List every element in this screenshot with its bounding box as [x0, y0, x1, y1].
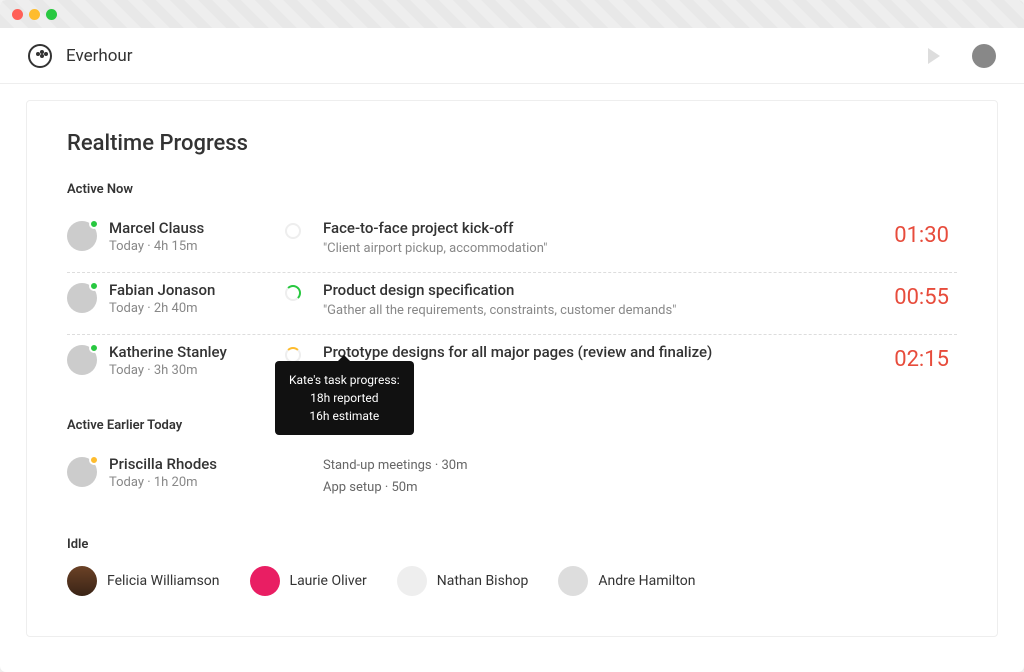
running-timer: 01:30 — [894, 219, 957, 248]
progress-tooltip: Kate's task progress: 18h reported 16h e… — [275, 361, 414, 435]
user-time-summary: Today · 1h 20m — [109, 475, 217, 490]
titlebar — [0, 0, 1024, 28]
idle-person[interactable]: Andre Hamilton — [558, 566, 695, 596]
progress-ring-icon — [285, 223, 301, 239]
user-avatar — [397, 566, 427, 596]
tooltip-line: 16h estimate — [289, 407, 400, 425]
active-row[interactable]: Marcel Clauss Today · 4h 15m Face-to-fac… — [67, 211, 957, 272]
content-area: Realtime Progress Active Now Marcel Clau… — [0, 84, 1024, 672]
task-title: Face-to-face project kick-off — [323, 219, 894, 237]
user-name: Andre Hamilton — [598, 573, 695, 589]
window-maximize-dot[interactable] — [46, 9, 57, 20]
earlier-task-line: App setup · 50m — [323, 477, 957, 499]
user-name: Laurie Oliver — [290, 573, 367, 589]
active-row[interactable]: Katherine Stanley Today · 3h 30m Prototy… — [67, 334, 957, 396]
user-name: Nathan Bishop — [437, 573, 529, 589]
tooltip-line: 18h reported — [289, 389, 400, 407]
running-timer: 00:55 — [894, 281, 957, 310]
earlier-row[interactable]: Priscilla Rhodes Today · 1h 20m Stand-up… — [67, 447, 957, 515]
user-name: Marcel Clauss — [109, 219, 204, 237]
user-avatar — [67, 345, 97, 375]
window-minimize-dot[interactable] — [29, 9, 40, 20]
idle-person[interactable]: Felicia Williamson — [67, 566, 220, 596]
user-avatar — [250, 566, 280, 596]
task-title: Prototype designs for all major pages (r… — [323, 343, 894, 361]
task-note: "Gather all the requirements, constraint… — [323, 303, 894, 318]
status-indicator-active — [89, 281, 99, 291]
user-time-summary: Today · 3h 30m — [109, 363, 227, 378]
status-indicator-active — [89, 219, 99, 229]
earlier-task-line: Stand-up meetings · 30m — [323, 455, 957, 477]
user-time-summary: Today · 4h 15m — [109, 239, 204, 254]
play-icon[interactable] — [928, 48, 940, 64]
progress-ring-icon — [285, 285, 301, 301]
app-header: Everhour — [0, 28, 1024, 84]
user-avatar — [67, 221, 97, 251]
page-title: Realtime Progress — [67, 131, 957, 156]
idle-list: Felicia Williamson Laurie Oliver Nathan … — [67, 566, 957, 596]
app-logo-icon — [28, 44, 52, 68]
user-avatar — [67, 283, 97, 313]
section-idle: Idle — [67, 537, 957, 552]
status-indicator-active — [89, 343, 99, 353]
user-avatar — [67, 566, 97, 596]
user-name: Felicia Williamson — [107, 573, 220, 589]
app-window: Everhour Realtime Progress Active Now Ma… — [0, 0, 1024, 672]
user-avatar — [67, 457, 97, 487]
running-timer: 02:15 — [894, 343, 957, 372]
progress-card: Realtime Progress Active Now Marcel Clau… — [26, 100, 998, 637]
task-title: Product design specification — [323, 281, 894, 299]
user-avatar — [558, 566, 588, 596]
user-name: Fabian Jonason — [109, 281, 215, 299]
task-note: "Client airport pickup, accommodation" — [323, 241, 894, 256]
user-time-summary: Today · 2h 40m — [109, 301, 215, 316]
idle-person[interactable]: Laurie Oliver — [250, 566, 367, 596]
app-name: Everhour — [66, 46, 133, 66]
user-name: Priscilla Rhodes — [109, 455, 217, 473]
active-row[interactable]: Fabian Jonason Today · 2h 40m Product de… — [67, 272, 957, 334]
tooltip-line: Kate's task progress: — [289, 371, 400, 389]
section-active-now: Active Now — [67, 182, 957, 197]
section-active-earlier: Active Earlier Today — [67, 418, 957, 433]
user-name: Katherine Stanley — [109, 343, 227, 361]
status-indicator-away — [89, 455, 99, 465]
idle-person[interactable]: Nathan Bishop — [397, 566, 529, 596]
current-user-avatar[interactable] — [972, 44, 996, 68]
window-close-dot[interactable] — [12, 9, 23, 20]
